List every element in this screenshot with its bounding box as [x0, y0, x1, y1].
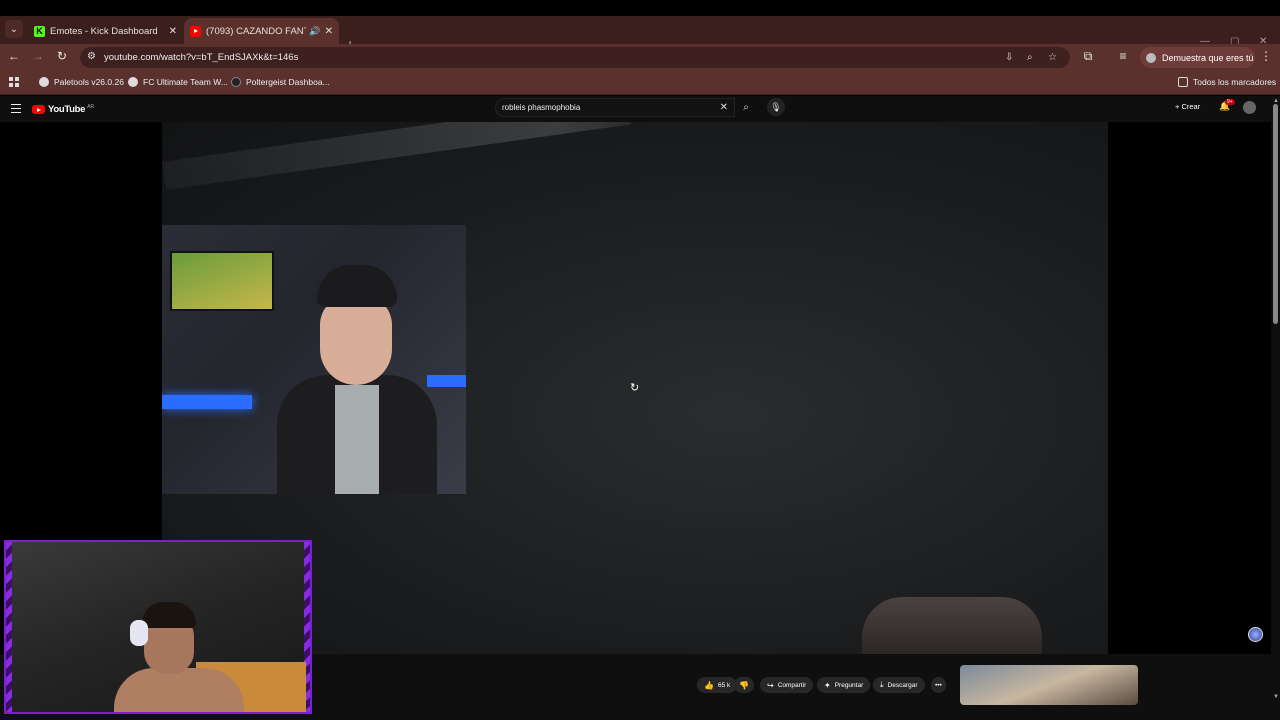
notifications-badge: 9+	[1225, 99, 1235, 105]
url-text: youtube.com/watch?v=bT_EndSJAXk&t=146s	[104, 52, 299, 63]
download-icon: ⤓	[880, 680, 884, 689]
all-bookmarks-label: Todos los marcadores	[1193, 77, 1277, 87]
speaker-icon[interactable]: 🔊	[309, 26, 320, 37]
scroll-down-arrow-icon[interactable]: ▼	[1273, 694, 1279, 700]
bookmark-poltergeist[interactable]: Poltergeist Dashboa...	[231, 77, 330, 87]
ask-button[interactable]: ✦ Preguntar	[817, 677, 871, 693]
download-label: Descargar	[887, 681, 918, 689]
reactor-facecam-overlay	[4, 540, 312, 714]
profile-button[interactable]: Demuestra que eres tú	[1140, 47, 1255, 68]
search-query-text: robleis phasmophobia	[502, 103, 581, 112]
tab-title: (7093) CAZANDO FANTASM	[206, 25, 306, 37]
youtube-icon	[190, 25, 201, 37]
bookmarks-bar: Paletools v26.0.26 FC Ultimate Team W...…	[0, 71, 1280, 95]
like-button[interactable]: 👍 65 k	[697, 677, 738, 693]
streamer-shirt	[335, 385, 379, 494]
folder-icon	[1178, 77, 1188, 87]
country-code: AR	[87, 103, 95, 110]
streamer-cap	[317, 265, 397, 307]
youtube-logo[interactable]: YouTube AR	[32, 104, 94, 115]
profile-avatar	[1146, 52, 1156, 63]
install-app-icon[interactable]: ⇩	[1005, 52, 1013, 63]
neon-light	[162, 395, 252, 409]
streamer-face	[320, 295, 392, 385]
bookmark-star-icon[interactable]: ☆	[1048, 52, 1057, 63]
forward-button[interactable]: →	[30, 49, 46, 63]
reactor-figure	[114, 602, 244, 712]
video-scene-beam	[162, 122, 632, 190]
floating-globe-icon[interactable]	[1248, 627, 1263, 642]
download-button[interactable]: ⤓ Descargar	[873, 677, 925, 693]
share-button[interactable]: ↪ Compartir	[760, 677, 814, 693]
extensions-icon[interactable]: ⧉	[1080, 49, 1096, 64]
youtube-header: YouTube AR robleis phasmophobia ✕ ⌕ 🎙 + …	[0, 96, 1280, 122]
kick-icon: K	[34, 25, 45, 37]
site-icon	[128, 77, 138, 87]
bookmark-paletools[interactable]: Paletools v26.0.26	[39, 77, 124, 87]
ask-label: Preguntar	[834, 681, 864, 689]
account-avatar[interactable]	[1243, 101, 1256, 114]
voice-search-icon[interactable]: 🎙	[767, 98, 785, 116]
bookmark-fc-ultimate-team[interactable]: FC Ultimate Team W...	[128, 77, 228, 87]
recommended-video-thumbnail[interactable]	[960, 665, 1138, 705]
globe-icon	[39, 77, 49, 87]
search-input[interactable]: robleis phasmophobia ✕	[495, 98, 735, 117]
screen-top-strip	[0, 0, 1280, 16]
close-tab-icon[interactable]: ✕	[325, 26, 333, 37]
dislike-button[interactable]: 👎	[734, 677, 754, 693]
streamer-facecam-overlay	[162, 225, 466, 494]
youtube-play-icon	[32, 105, 45, 114]
tab-kick-dashboard[interactable]: K Emotes - Kick Dashboard ✕	[28, 18, 183, 44]
purple-frame-stripe	[6, 542, 12, 712]
poltergeist-icon	[231, 77, 241, 87]
share-label: Compartir	[777, 681, 807, 689]
youtube-wordmark: YouTube	[48, 104, 86, 115]
background-tv	[170, 251, 274, 311]
video-scene-hand	[862, 597, 1042, 654]
search-button[interactable]: ⌕	[735, 98, 757, 117]
apps-grid-icon[interactable]	[9, 77, 19, 87]
hamburger-menu-icon[interactable]	[11, 104, 21, 115]
zoom-icon[interactable]: ⌕	[1027, 52, 1033, 63]
back-button[interactable]: ←	[6, 49, 22, 63]
tab-youtube-video[interactable]: (7093) CAZANDO FANTASM 🔊 ✕	[184, 18, 339, 44]
tab-title: Emotes - Kick Dashboard	[50, 25, 158, 37]
clear-search-icon[interactable]: ✕	[720, 102, 728, 113]
more-actions-button[interactable]: •••	[931, 677, 946, 693]
browser-tab-bar: ⌄ K Emotes - Kick Dashboard ✕ (7093) CAZ…	[0, 16, 1280, 52]
scroll-up-arrow-icon[interactable]: ▲	[1273, 98, 1279, 104]
media-controls-icon[interactable]: ≡	[1115, 49, 1131, 63]
neon-light	[427, 375, 466, 387]
profile-label: Demuestra que eres tú	[1162, 52, 1254, 63]
bookmark-label: Poltergeist Dashboa...	[246, 77, 330, 87]
create-button[interactable]: + Crear	[1175, 102, 1200, 111]
bookmark-label: FC Ultimate Team W...	[143, 77, 228, 87]
all-bookmarks-folder[interactable]: Todos los marcadores	[1178, 77, 1276, 87]
reactor-body	[114, 668, 244, 712]
more-icon: •••	[935, 681, 942, 689]
streamer-figure	[277, 265, 437, 494]
site-info-icon[interactable]: ⚙	[87, 51, 96, 62]
close-tab-icon[interactable]: ✕	[169, 26, 177, 37]
create-label: Crear	[1181, 102, 1201, 111]
address-bar[interactable]: ⚙ youtube.com/watch?v=bT_EndSJAXk&t=146s…	[80, 47, 1070, 68]
sparkle-icon: ✦	[824, 680, 831, 690]
thumbs-down-icon: 👎	[739, 680, 749, 690]
mouse-cursor-icon: ↻	[630, 382, 640, 394]
tab-search-button[interactable]: ⌄	[5, 20, 23, 38]
bookmark-label: Paletools v26.0.26	[54, 77, 124, 87]
share-icon: ↪	[767, 680, 774, 690]
headset-icon	[130, 620, 148, 646]
like-count: 65 k	[717, 681, 731, 689]
page-scrollbar[interactable]	[1271, 96, 1280, 720]
browser-menu-icon[interactable]: ⋮	[1258, 49, 1274, 63]
reload-button[interactable]: ↻	[54, 49, 70, 63]
scrollbar-thumb[interactable]	[1273, 104, 1278, 324]
reactor-hair	[142, 602, 196, 628]
browser-toolbar: ← → ↻ ⚙ youtube.com/watch?v=bT_EndSJAXk&…	[0, 44, 1280, 71]
thumbs-up-icon: 👍	[704, 680, 714, 690]
